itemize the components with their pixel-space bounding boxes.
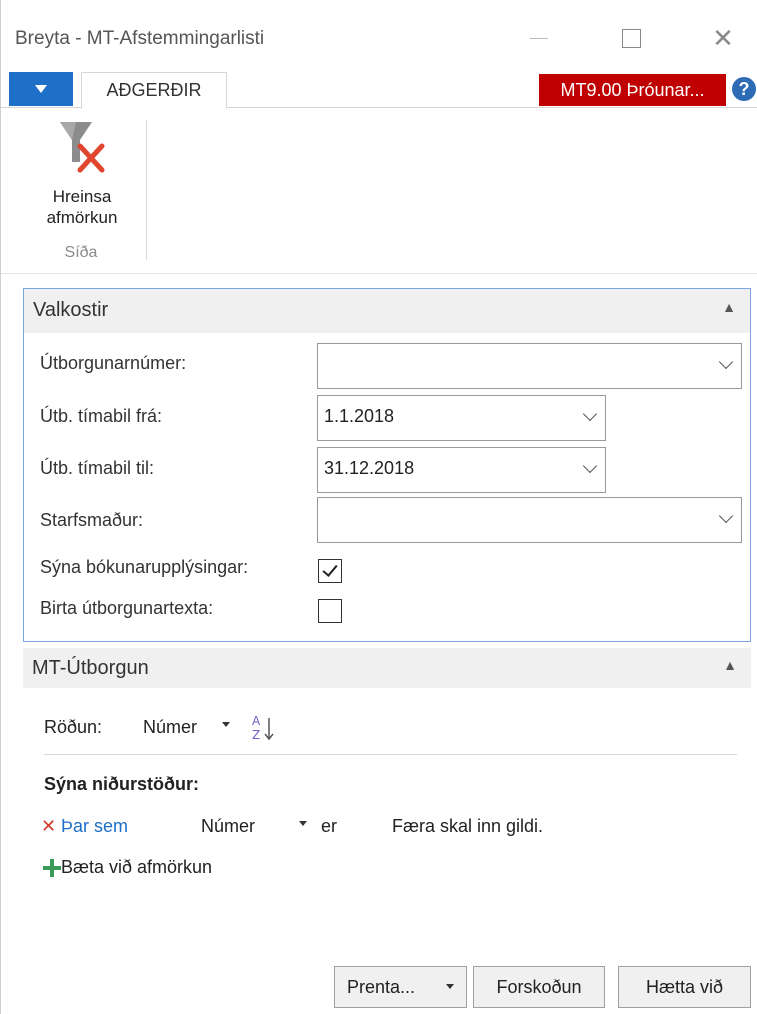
svg-text:A: A (252, 714, 261, 728)
ribbon-separator (146, 120, 147, 260)
where-link[interactable]: Þar sem (61, 816, 128, 837)
options-header[interactable]: Valkostir ▲ (24, 289, 750, 333)
company-badge[interactable]: MT9.00 Þróunar... (539, 74, 726, 106)
window-title: Breyta - MT-Afstemmingarlisti (15, 28, 265, 49)
clear-filter-label-line1: Hreinsa (52, 187, 112, 206)
period-to-field[interactable]: 31.12.2018 (317, 447, 606, 493)
chevron-down-icon[interactable] (718, 508, 734, 524)
show-posting-info-label: Sýna bókunarupplýsingar: (40, 557, 249, 577)
filter-value-input[interactable]: Færa skal inn gildi. (392, 816, 543, 837)
clear-filter-label-line2: afmörkun (46, 208, 118, 227)
dropdown-triangle-icon[interactable] (446, 984, 454, 989)
sort-label: Röðun: (44, 717, 103, 737)
filter-operator: er (321, 816, 338, 836)
sort-field-dropdown[interactable]: Númer (143, 717, 197, 738)
tab-actions[interactable]: AÐGERÐIR (81, 72, 227, 109)
divider (44, 754, 737, 755)
dialog-window: Breyta - MT-Afstemmingarlisti ✕ AÐGERÐIR… (0, 0, 757, 1014)
clear-filter-button[interactable]: Hreinsa afmörkun (23, 118, 141, 242)
payment-section-header[interactable]: MT-Útborgun ▲ (23, 648, 751, 688)
period-from-field[interactable]: 1.1.2018 (317, 395, 606, 441)
payment-number-field[interactable] (317, 343, 742, 389)
filter-field-dropdown[interactable]: Númer (201, 816, 255, 837)
preview-button[interactable]: Forskoðun (473, 966, 605, 1008)
minimize-button[interactable] (519, 20, 559, 56)
collapse-caret-icon[interactable]: ▲ (722, 299, 736, 315)
payment-section-title: MT-Útborgun (32, 657, 149, 679)
options-header-title: Valkostir (33, 299, 109, 321)
checkmark-icon (322, 561, 338, 577)
period-to-label: Útb. tímabil til: (40, 458, 155, 478)
period-from-value: 1.1.2018 (324, 406, 395, 426)
application-menu-button[interactable] (9, 72, 73, 106)
employee-label: Starfsmaður: (40, 510, 144, 530)
results-title: Sýna niðurstöður: (44, 774, 200, 794)
svg-text:Z: Z (252, 728, 260, 742)
title-bar: Breyta - MT-Afstemmingarlisti ✕ (1, 0, 757, 72)
dropdown-triangle-icon (35, 85, 47, 93)
period-from-label: Útb. tímabil frá: (40, 406, 163, 426)
split-separator (433, 967, 434, 1007)
period-to-value: 31.12.2018 (324, 458, 415, 478)
chevron-down-icon[interactable] (582, 458, 598, 474)
dropdown-triangle-icon[interactable] (222, 722, 230, 727)
sort-order-icon[interactable]: A Z (250, 712, 276, 742)
chevron-down-icon[interactable] (582, 406, 598, 422)
show-payment-text-checkbox[interactable] (318, 599, 342, 623)
collapse-caret-icon[interactable]: ▲ (723, 657, 737, 673)
maximize-button[interactable] (611, 20, 651, 56)
payment-number-label: Útborgunarnúmer: (40, 353, 187, 373)
add-filter-label: Bæta við afmörkun (61, 857, 213, 877)
cancel-button[interactable]: Hætta við (618, 966, 751, 1008)
show-payment-text-label: Birta útborgunartexta: (40, 598, 214, 618)
ribbon: Hreinsa afmörkun Síða (1, 108, 757, 274)
options-panel: Valkostir ▲ Útborgunarnúmer: Útb. tímabi… (23, 288, 751, 642)
close-button[interactable]: ✕ (703, 20, 743, 56)
ribbon-tab-row: AÐGERÐIR MT9.00 Þróunar... ? (1, 72, 757, 109)
clear-filter-icon (60, 122, 105, 173)
plus-icon (43, 859, 61, 877)
print-button-label: Prenta... (347, 976, 416, 997)
employee-field[interactable] (317, 497, 742, 543)
ribbon-group-label: Síða (64, 244, 98, 261)
show-posting-info-checkbox[interactable] (318, 559, 342, 583)
help-icon[interactable]: ? (732, 77, 756, 101)
filter-row: ✕ Þar sem Númer er Færa skal inn gildi. (41, 814, 641, 842)
dropdown-triangle-icon[interactable] (299, 821, 307, 826)
remove-filter-icon[interactable]: ✕ (41, 816, 56, 836)
print-button[interactable]: Prenta... (334, 966, 467, 1008)
chevron-down-icon[interactable] (718, 354, 734, 370)
